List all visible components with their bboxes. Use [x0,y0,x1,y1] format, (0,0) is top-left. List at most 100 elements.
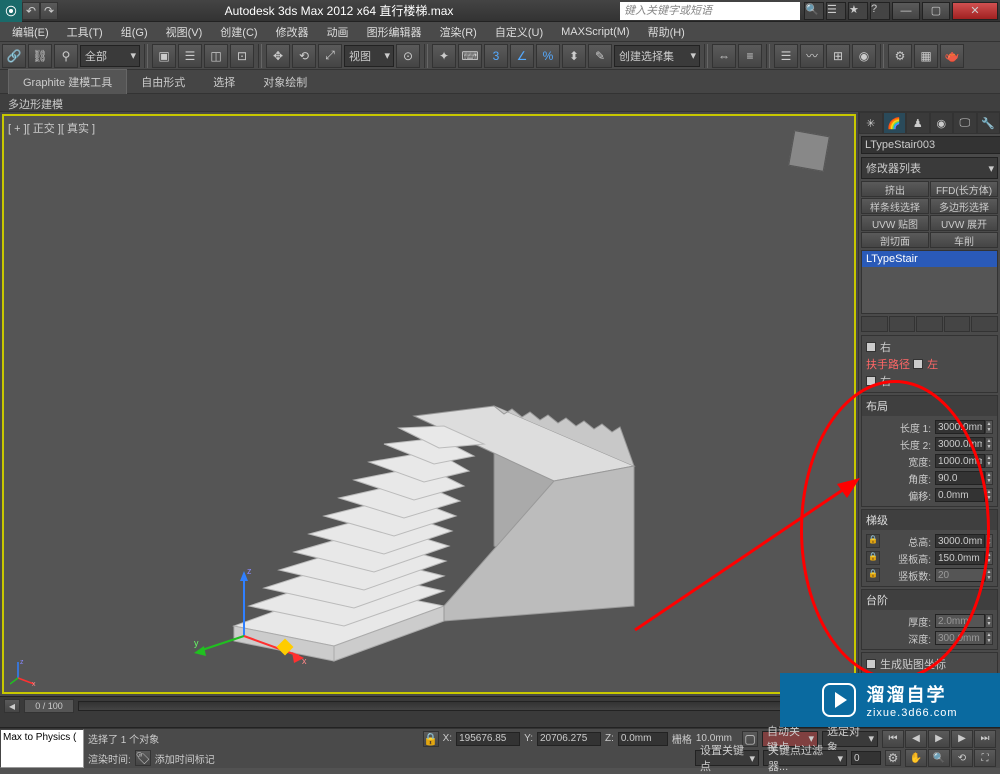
checkbox-left[interactable] [913,359,923,369]
selection-filter-dropdown[interactable]: 全部 [80,45,140,67]
btn-splinesel[interactable]: 样条线选择 [861,198,929,214]
input-offset[interactable] [935,488,985,502]
menu-customize[interactable]: 自定义(U) [487,22,551,42]
maximize-button[interactable]: ▢ [922,2,950,20]
btn-uvwunwrap[interactable]: UVW 展开 [930,215,998,231]
redo-icon[interactable]: ↷ [40,2,58,20]
lock-riserheight[interactable]: 🔒 [866,551,880,565]
minimize-button[interactable]: — [892,2,920,20]
menu-modifiers[interactable]: 修改器 [268,22,317,42]
btn-polysel[interactable]: 多边形选择 [930,198,998,214]
menu-create[interactable]: 创建(C) [212,22,265,42]
isolate-icon[interactable]: ▢ [742,731,758,747]
render-icon[interactable]: 🫖 [940,44,964,68]
prev-frame-icon[interactable]: ◀ [905,730,927,748]
spinner-width[interactable]: ▲▼ [985,454,993,468]
material-editor-icon[interactable]: ◉ [852,44,876,68]
input-width[interactable] [935,454,985,468]
nav-orbit-icon[interactable]: ⟲ [951,749,973,767]
nav-pan-icon[interactable]: ✋ [905,749,927,767]
time-tag-icon[interactable]: 🏷 [135,750,151,766]
next-frame-icon[interactable]: ▶ [951,730,973,748]
menu-view[interactable]: 视图(V) [158,22,211,42]
setkey-button[interactable]: 设置关键点 [695,750,759,766]
select-region-icon[interactable]: ◫ [204,44,228,68]
select-icon[interactable]: ▣ [152,44,176,68]
input-angle[interactable] [935,471,985,485]
spinner-offset[interactable]: ▲▼ [985,488,993,502]
pivot-icon[interactable]: ⊙ [396,44,420,68]
menu-tools[interactable]: 工具(T) [59,22,111,42]
menu-group[interactable]: 组(G) [113,22,156,42]
btn-extrude[interactable]: 挤出 [861,181,929,197]
app-logo[interactable]: ⦿ [0,0,22,22]
goto-start-icon[interactable]: ⏮ [882,730,904,748]
maxscript-listener[interactable]: Max to Physics ( [0,729,84,768]
move-icon[interactable]: ✥ [266,44,290,68]
nav-maximize-icon[interactable]: ⛶ [974,749,996,767]
btn-uvwmap[interactable]: UVW 贴图 [861,215,929,231]
time-config-icon[interactable]: ⚙ [885,750,901,766]
input-length2[interactable] [935,437,985,451]
spinner-angle[interactable]: ▲▼ [985,471,993,485]
rollout-rise-header[interactable]: 梯级 [862,510,997,530]
keymode-icon[interactable]: ⌨ [458,44,482,68]
window-crossing-icon[interactable]: ⊡ [230,44,254,68]
keyfilter-button[interactable]: 关键点过滤器... [763,750,847,766]
btn-slice[interactable]: 剖切面 [861,232,929,248]
input-riserheight[interactable] [935,551,985,565]
stairs-model[interactable]: z y x [184,306,684,686]
unlink-icon[interactable]: ⛓ [28,44,52,68]
timeline-minimize-icon[interactable]: ◂ [4,699,20,713]
input-length1[interactable] [935,420,985,434]
add-time-tag[interactable]: 添加时间标记 [155,751,215,766]
mirror-icon[interactable]: ⇔ [712,44,736,68]
time-slider-handle[interactable]: 0 / 100 [24,699,74,713]
angle-snap-icon[interactable]: ∠ [510,44,534,68]
favorites-icon[interactable]: ★ [848,2,868,20]
tab-hierarchy-icon[interactable]: ♟ [906,112,930,134]
coord-z-input[interactable] [618,732,668,746]
coord-x-input[interactable] [456,732,520,746]
menu-grapheditors[interactable]: 图形编辑器 [359,22,430,42]
layers-icon[interactable]: ☰ [774,44,798,68]
close-button[interactable]: ✕ [952,2,998,20]
render-frame-icon[interactable]: ▦ [914,44,938,68]
ribbon-tab-select[interactable]: 选择 [199,70,249,94]
show-end-icon[interactable] [889,316,916,332]
stack-item-ltypestair[interactable]: LTypeStair [862,251,997,267]
spinner-snap-icon[interactable]: ⬍ [562,44,586,68]
manipulate-icon[interactable]: ✦ [432,44,456,68]
ribbon-tab-objectpaint[interactable]: 对象绘制 [249,70,321,94]
remove-mod-icon[interactable] [944,316,971,332]
ref-coord-dropdown[interactable]: 视图 [344,45,394,67]
configure-icon[interactable] [971,316,998,332]
snap-toggle-icon[interactable]: 3 [484,44,508,68]
render-setup-icon[interactable]: ⚙ [888,44,912,68]
ribbon-tab-graphite[interactable]: Graphite 建模工具 [8,69,127,94]
play-icon[interactable]: ▶ [928,730,950,748]
tab-modify-icon[interactable]: 🌈 [883,112,907,134]
link-icon[interactable]: 🔗 [2,44,26,68]
align-icon[interactable]: ≡ [738,44,762,68]
select-name-icon[interactable]: ☰ [178,44,202,68]
checkbox-right1[interactable] [866,342,876,352]
object-name-input[interactable] [861,136,1000,154]
tab-utilities-icon[interactable]: 🔧 [977,112,1000,134]
checkbox-genmap[interactable] [866,659,876,669]
bind-icon[interactable]: ⚲ [54,44,78,68]
rollout-layout-header[interactable]: 布局 [862,396,997,416]
menu-maxscript[interactable]: MAXScript(M) [553,24,637,40]
goto-end-icon[interactable]: ⏭ [974,730,996,748]
tab-create-icon[interactable]: ✳ [859,112,883,134]
menu-help[interactable]: 帮助(H) [640,22,693,42]
help-search-input[interactable]: 键入关键字或短语 [620,2,800,20]
scale-icon[interactable]: ⤢ [318,44,342,68]
ribbon-tab-freeform[interactable]: 自由形式 [127,70,199,94]
rollout-step-header[interactable]: 台阶 [862,590,997,610]
menu-render[interactable]: 渲染(R) [432,22,485,42]
tab-display-icon[interactable]: 🖵 [953,112,977,134]
percent-snap-icon[interactable]: % [536,44,560,68]
lock-risercount[interactable]: 🔒 [866,568,880,582]
unique-icon[interactable] [916,316,943,332]
